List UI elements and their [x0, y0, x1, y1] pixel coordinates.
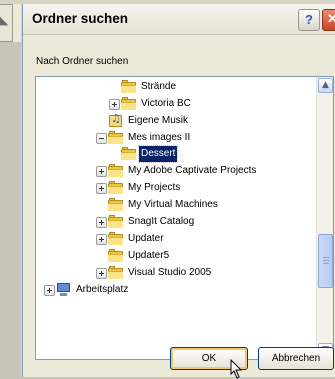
tree-item[interactable]: Updater	[36, 231, 314, 247]
scroll-up-button[interactable]: ▲	[318, 78, 333, 93]
close-button[interactable]: ✕	[322, 9, 335, 31]
browse-folder-dialog: Ordner suchen ? ✕ Nach Ordner suchen Str…	[22, 4, 335, 379]
tree-item[interactable]: Mes images II	[36, 130, 314, 146]
expand-icon[interactable]	[109, 99, 120, 110]
resize-grip-icon: ◣	[0, 14, 9, 27]
folder-icon	[108, 164, 124, 177]
dialog-title: Ordner suchen	[32, 11, 129, 26]
folder-icon	[108, 198, 124, 211]
computer-icon	[56, 283, 72, 296]
tree-item[interactable]: Victoria BC	[36, 96, 314, 112]
folder-icon	[121, 80, 137, 93]
expand-icon[interactable]	[96, 183, 107, 194]
dialog-prompt: Nach Ordner suchen	[36, 56, 129, 67]
mouse-cursor-icon	[230, 359, 243, 379]
tree-item-label: Eigene Musik	[128, 115, 189, 126]
open-folder-icon	[121, 147, 137, 160]
tree-item[interactable]: Visual Studio 2005	[36, 265, 314, 281]
folder-icon	[108, 266, 124, 279]
tree-item-label: My Adobe Captivate Projects	[128, 165, 257, 176]
tree-item-label: Strände	[141, 81, 177, 92]
folder-icon	[108, 232, 124, 245]
title-bar[interactable]: Ordner suchen ? ✕	[23, 4, 335, 35]
expand-icon[interactable]	[96, 234, 107, 245]
music-folder-icon: ♫	[109, 112, 122, 127]
folder-icon	[121, 97, 137, 110]
tree-item-label: SnagIt Catalog	[128, 216, 195, 227]
folder-icon	[108, 131, 124, 144]
help-button[interactable]: ?	[298, 9, 320, 31]
tree-item-label: Updater5	[128, 250, 170, 261]
tree-item[interactable]: SnagIt Catalog	[36, 214, 314, 230]
tree-item[interactable]: My Virtual Machines	[36, 197, 314, 213]
tree-item[interactable]: Dessert	[36, 145, 314, 163]
close-icon: ✕	[327, 11, 335, 26]
tree-item-label: Victoria BC	[141, 98, 191, 109]
tree-item[interactable]: ♫ Eigene Musik	[36, 112, 314, 129]
tree-item-label: Updater	[128, 233, 164, 244]
tree-item-label: My Virtual Machines	[128, 199, 218, 210]
cancel-button[interactable]: Abbrechen	[258, 347, 334, 370]
tree-item-label: Arbeitsplatz	[76, 284, 129, 295]
tree-item-label: Dessert	[137, 145, 179, 163]
tree-item-label: Visual Studio 2005	[128, 267, 212, 278]
vertical-scrollbar[interactable]: ▲ ▼	[316, 77, 333, 359]
tree-item[interactable]: Arbeitsplatz	[36, 282, 314, 298]
expand-icon[interactable]	[96, 166, 107, 177]
folder-icon	[108, 215, 124, 228]
tree-item-label: Mes images II	[128, 132, 191, 143]
tree-item[interactable]: Strände	[36, 79, 314, 95]
collapse-icon[interactable]	[96, 133, 107, 144]
scroll-thumb[interactable]	[318, 234, 333, 288]
expand-icon[interactable]	[96, 268, 107, 279]
tree-item[interactable]: Updater5	[36, 248, 314, 264]
folder-icon	[108, 181, 124, 194]
folder-icon	[108, 249, 124, 262]
tree-item-label: My Projects	[128, 182, 181, 193]
expand-icon[interactable]	[96, 217, 107, 228]
folder-tree[interactable]: Strände Victoria BC ♫ Eigene Musik Mes image…	[35, 76, 334, 360]
tree-item[interactable]: My Adobe Captivate Projects	[36, 163, 314, 179]
tree-item[interactable]: My Projects	[36, 180, 314, 196]
expand-icon[interactable]	[44, 285, 55, 296]
